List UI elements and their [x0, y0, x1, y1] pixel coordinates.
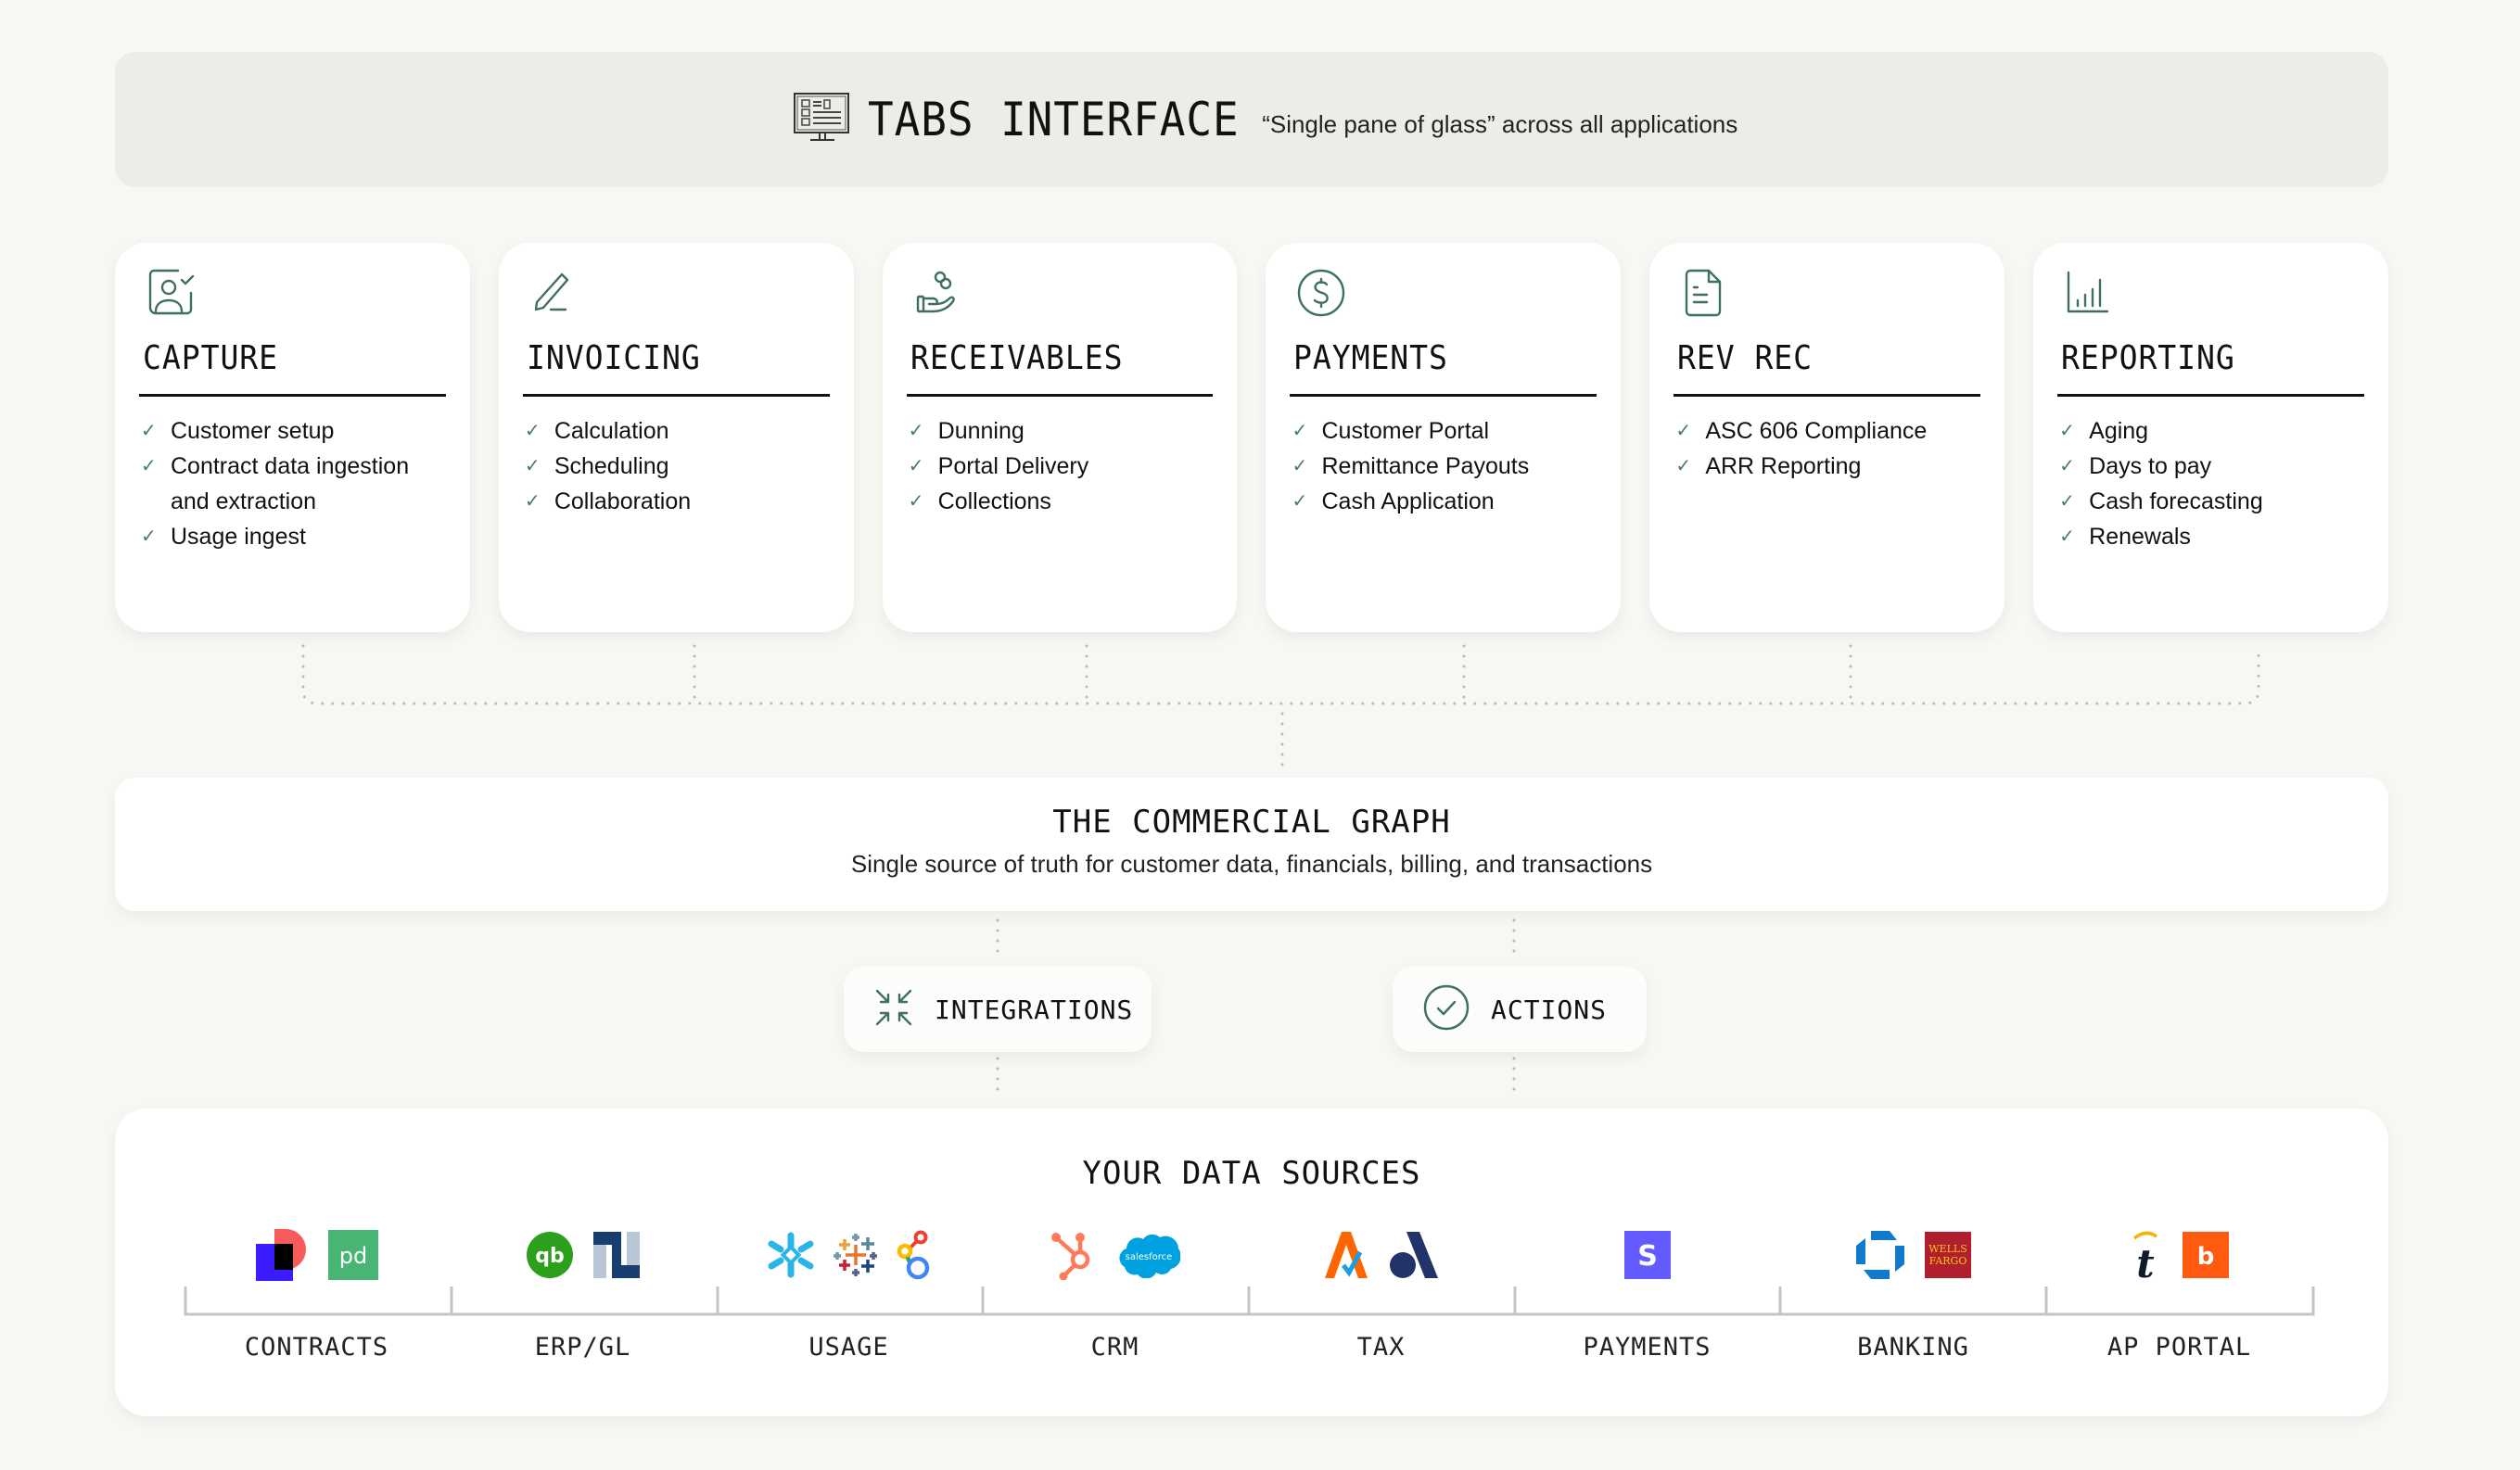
graph-subtitle: Single source of truth for customer data…	[850, 850, 1653, 878]
source-label: CONTRACTS	[244, 1333, 389, 1362]
tipalti-logo: t	[2132, 1231, 2157, 1281]
svg-text:pd: pd	[338, 1243, 366, 1269]
commercial-graph-panel: THE COMMERCIAL GRAPH Single source of tr…	[115, 778, 2388, 911]
svg-text:WELLS: WELLS	[1928, 1243, 1966, 1255]
anrok-logo	[1389, 1232, 1438, 1278]
source-label: CRM	[1090, 1333, 1139, 1362]
source-categories: pd CONTRACTS qb ERP/GL USAGE salesforce …	[184, 1229, 2312, 1396]
source-payments[interactable]: S PAYMENTS	[1514, 1229, 1780, 1396]
data-sources-title: YOUR DATA SOURCES	[1082, 1155, 1421, 1192]
svg-text:FARGO: FARGO	[1928, 1255, 1966, 1267]
actions-label: ACTIONS	[1491, 994, 1608, 1025]
actions-pill[interactable]: ACTIONS	[1393, 967, 1647, 1052]
source-label: BANKING	[1857, 1333, 1969, 1362]
svg-text:qb: qb	[535, 1245, 565, 1268]
avalara-logo	[1324, 1232, 1368, 1278]
source-ap-portal[interactable]: t b AP PORTAL	[2046, 1229, 2312, 1396]
pandadoc-logo: pd	[327, 1230, 378, 1280]
snowflake-logo	[768, 1232, 813, 1278]
source-banking[interactable]: WELLS FARGO BANKING	[1780, 1229, 2046, 1396]
svg-text:t: t	[2136, 1241, 2154, 1281]
arrows-inward-icon	[873, 987, 914, 1033]
svg-text:b: b	[2196, 1243, 2214, 1271]
source-label: USAGE	[808, 1333, 889, 1362]
graph-title: THE COMMERCIAL GRAPH	[1052, 804, 1451, 841]
looker-logo	[897, 1230, 929, 1280]
source-tax[interactable]: TAX	[1248, 1229, 1514, 1396]
source-erp-gl[interactable]: qb ERP/GL	[450, 1229, 716, 1396]
integrations-label: INTEGRATIONS	[935, 994, 1134, 1025]
integrations-pill[interactable]: INTEGRATIONS	[844, 967, 1152, 1052]
tableau-logo	[833, 1234, 877, 1276]
source-label: AP PORTAL	[2106, 1333, 2252, 1362]
source-usage[interactable]: USAGE	[716, 1229, 982, 1396]
source-label: ERP/GL	[534, 1333, 631, 1362]
svg-text:S: S	[1637, 1240, 1658, 1273]
hubspot-logo	[1050, 1233, 1089, 1280]
check-circle-icon	[1422, 983, 1470, 1036]
stripe-logo: S	[1623, 1231, 1671, 1279]
bill-logo: b	[2182, 1232, 2229, 1278]
connector-capture	[301, 644, 2260, 705]
salesforce-logo: salesforce	[1119, 1234, 1180, 1278]
chase-logo	[1855, 1231, 1904, 1279]
data-sources-panel: YOUR DATA SOURCES pd CONTRACTS qb ERP/GL…	[115, 1109, 2388, 1416]
source-contracts[interactable]: pd CONTRACTS	[184, 1229, 450, 1396]
netsuite-logo	[592, 1232, 640, 1278]
quickbooks-logo: qb	[526, 1232, 573, 1278]
svg-text:salesforce: salesforce	[1125, 1252, 1172, 1262]
source-crm[interactable]: salesforce CRM	[982, 1229, 1248, 1396]
wells-fargo-logo: WELLS FARGO	[1924, 1232, 1971, 1278]
dropbox-sign-logo	[255, 1229, 306, 1281]
source-label: TAX	[1356, 1333, 1406, 1362]
source-label: PAYMENTS	[1583, 1333, 1712, 1362]
